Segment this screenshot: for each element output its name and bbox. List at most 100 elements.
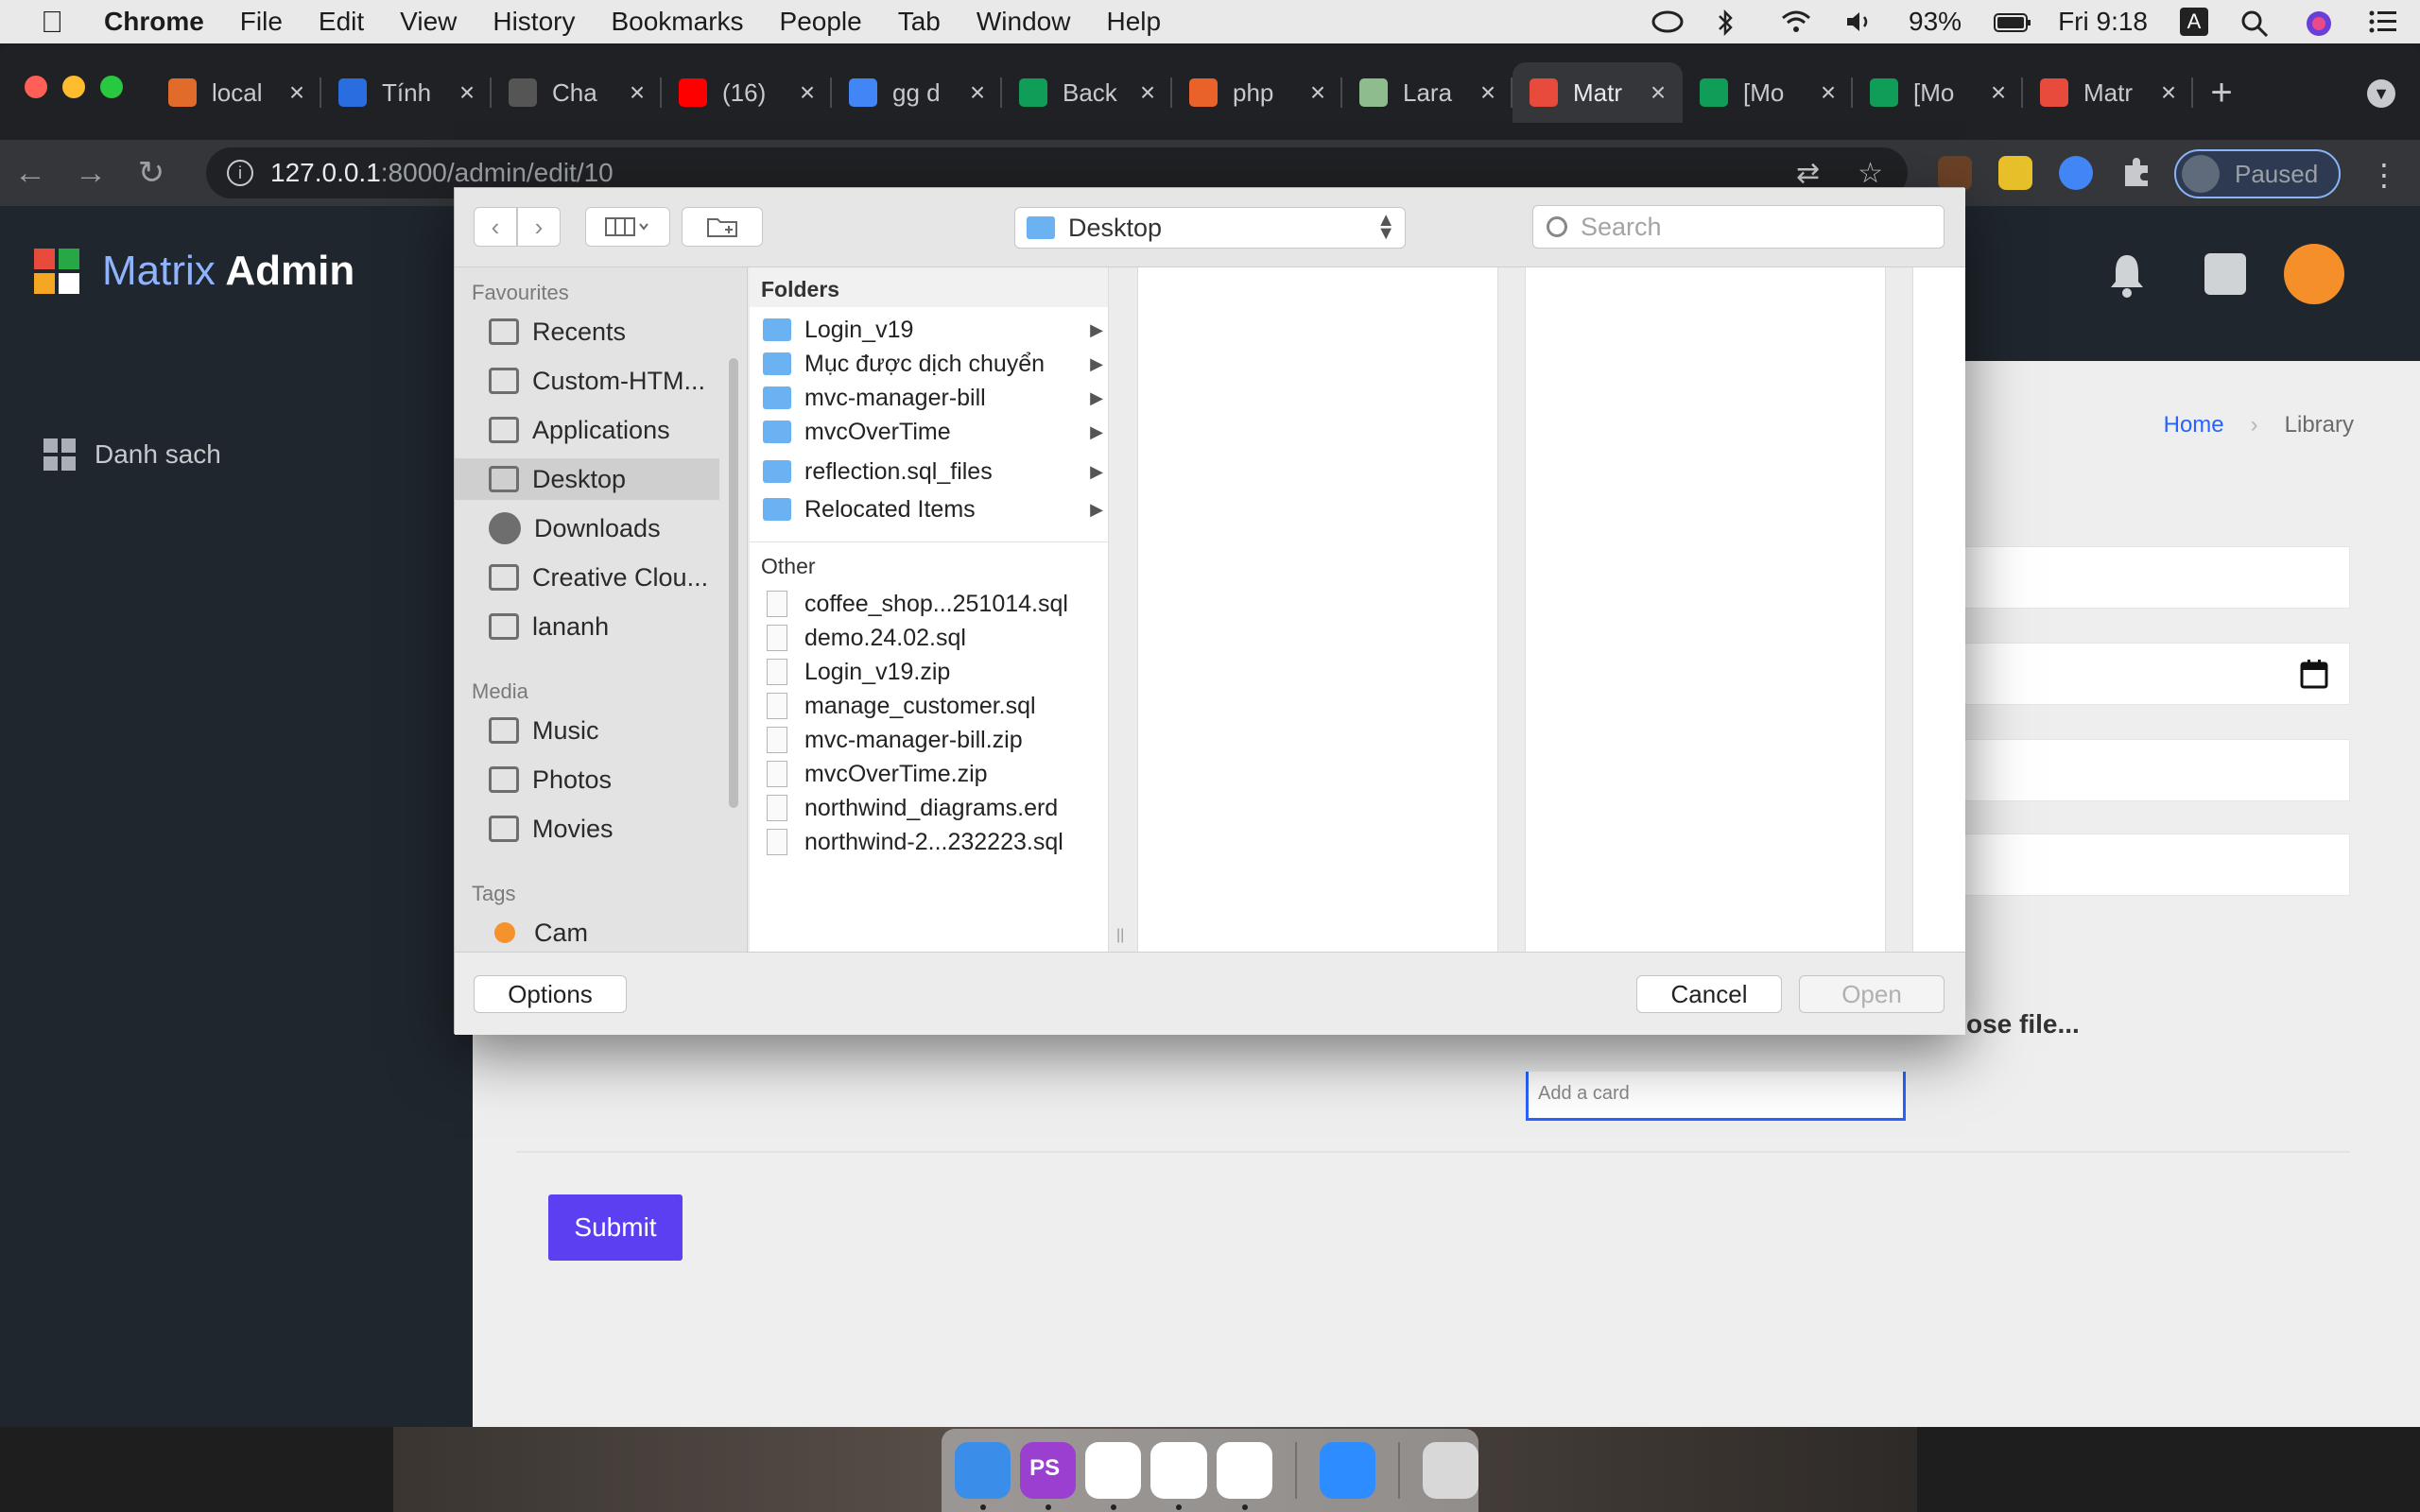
sidebar-item-media[interactable]: Music <box>455 710 719 751</box>
folder-row[interactable]: reflection.sql_files ▶ <box>750 455 1109 489</box>
profile-button[interactable]: Paused <box>2174 149 2341 198</box>
input-source-badge[interactable]: A <box>2180 8 2208 36</box>
tab-close-icon[interactable]: × <box>1815 77 1841 108</box>
tab-close-icon[interactable]: × <box>1305 77 1331 108</box>
tab-close-icon[interactable]: × <box>624 77 650 108</box>
file-row[interactable]: northwind-2...232223.sql <box>750 825 1109 859</box>
menu-history[interactable]: History <box>493 7 575 37</box>
folder-row[interactable]: Login_v19 ▶ <box>750 313 1109 347</box>
folder-row[interactable]: mvc-manager-bill ▶ <box>750 381 1109 415</box>
calendar-icon[interactable] <box>2300 659 2328 689</box>
menu-app-name[interactable]: Chrome <box>104 7 204 37</box>
file-row[interactable]: coffee_shop...251014.sql <box>750 587 1109 621</box>
browser-tab[interactable]: Matr × <box>1512 62 1683 123</box>
reload-icon[interactable]: ↻ <box>121 154 182 192</box>
new-folder-icon[interactable] <box>682 207 763 247</box>
creative-cloud-icon[interactable] <box>1651 9 1684 34</box>
choose-file-label[interactable]: ose file... <box>1966 1009 2080 1040</box>
tab-close-icon[interactable]: × <box>964 77 991 108</box>
zoom-window-button[interactable] <box>100 76 123 98</box>
extension-sq-icon[interactable] <box>1998 156 2032 190</box>
dock-finder-icon[interactable] <box>955 1442 1011 1510</box>
new-tab-plus-icon[interactable]: + <box>2193 62 2250 123</box>
tab-close-icon[interactable]: × <box>794 77 821 108</box>
browser-tab[interactable]: php × <box>1172 62 1342 123</box>
browser-tab[interactable]: Tính × <box>321 62 492 123</box>
folder-row[interactable]: Relocated Items ▶ <box>750 492 1109 526</box>
apple-menu-icon[interactable]:  <box>0 5 104 40</box>
minimize-window-button[interactable] <box>62 76 85 98</box>
dock-slack-icon[interactable] <box>1085 1442 1142 1510</box>
browser-tab[interactable]: gg d × <box>832 62 1002 123</box>
google-translate-extension-icon[interactable] <box>2059 156 2093 190</box>
browser-tab[interactable]: [Mo × <box>1853 62 2023 123</box>
browser-tab[interactable]: (16) × <box>662 62 832 123</box>
browser-tab[interactable]: Back × <box>1002 62 1172 123</box>
view-mode-columns-icon[interactable] <box>585 207 670 247</box>
user-avatar[interactable] <box>2284 244 2344 304</box>
chrome-menu-icon[interactable]: ⋮ <box>2369 157 2399 193</box>
tab-close-icon[interactable]: × <box>1645 77 1671 108</box>
menu-edit[interactable]: Edit <box>319 7 364 37</box>
file-row[interactable]: Login_v19.zip <box>750 655 1109 689</box>
sidebar-item-favourite[interactable]: lananh <box>455 606 719 647</box>
open-button[interactable]: Open <box>1799 975 1945 1013</box>
dock-sourcetree-icon[interactable] <box>1150 1442 1207 1510</box>
sidebar-item-favourite[interactable]: Desktop <box>455 458 719 500</box>
sidebar-item-favourite[interactable]: Creative Clou... <box>455 557 719 598</box>
column-resize-handle[interactable]: || <box>1116 927 1124 944</box>
form-field-3[interactable] <box>1957 739 2350 801</box>
close-window-button[interactable] <box>25 76 47 98</box>
browser-tab[interactable]: Matr × <box>2023 62 2193 123</box>
cancel-button[interactable]: Cancel <box>1636 975 1782 1013</box>
dialog-search-field[interactable]: Search <box>1532 205 1945 249</box>
tab-search-chevron-icon[interactable]: ▼ <box>2367 79 2395 108</box>
tab-close-icon[interactable]: × <box>1134 77 1161 108</box>
sidebar-item-tag[interactable]: Cam <box>455 912 719 952</box>
sidebar-item-favourite[interactable]: Recents <box>455 311 719 352</box>
folder-row[interactable]: mvcOverTime ▶ <box>750 415 1109 449</box>
site-info-icon[interactable]: i <box>227 160 253 186</box>
notification-center-icon[interactable] <box>2369 9 2401 34</box>
menu-tab[interactable]: Tab <box>898 7 941 37</box>
menu-clock[interactable]: Fri 9:18 <box>2058 7 2148 37</box>
back-chevron-icon[interactable]: ‹ <box>474 207 517 247</box>
sidebar-item-danh-sach[interactable]: Danh sach <box>43 438 221 471</box>
dock-phpstorm-icon[interactable]: PS <box>1020 1442 1077 1510</box>
add-card-input[interactable]: Add a card <box>1526 1072 1906 1121</box>
matrix-admin-logo[interactable]: Matrix Admin <box>34 248 354 295</box>
sidebar-item-favourite[interactable]: Custom-HTM... <box>455 360 719 402</box>
dock-trash-icon[interactable] <box>1422 1442 1479 1499</box>
file-row[interactable]: demo.24.02.sql <box>750 621 1109 655</box>
menu-people[interactable]: People <box>780 7 862 37</box>
dock-chrome-icon[interactable] <box>1216 1442 1272 1510</box>
sidebar-item-favourite[interactable]: Downloads <box>455 507 719 549</box>
location-popup[interactable]: Desktop ▲ ▼ <box>1014 207 1406 249</box>
submit-button[interactable]: Submit <box>548 1194 683 1261</box>
menu-window[interactable]: Window <box>977 7 1071 37</box>
tab-close-icon[interactable]: × <box>1475 77 1501 108</box>
file-row[interactable]: mvcOverTime.zip <box>750 757 1109 791</box>
translate-icon[interactable]: ⇄ <box>1796 157 1820 190</box>
dock-zoom-icon[interactable] <box>1319 1442 1375 1499</box>
forward-chevron-icon[interactable]: › <box>517 207 561 247</box>
bluetooth-icon[interactable] <box>1716 9 1748 37</box>
file-row[interactable]: manage_customer.sql <box>750 689 1109 723</box>
browser-tab[interactable]: Cha × <box>492 62 662 123</box>
back-arrow-icon[interactable]: ← <box>0 155 60 192</box>
messages-icon[interactable] <box>2204 253 2246 295</box>
menu-view[interactable]: View <box>400 7 457 37</box>
spotlight-search-icon[interactable] <box>2240 9 2273 38</box>
sidebar-item-media[interactable]: Photos <box>455 759 719 800</box>
date-field[interactable] <box>1957 643 2350 705</box>
sidebar-item-media[interactable]: Movies <box>455 808 719 850</box>
folder-row[interactable]: Mục được dịch chuyển ▶ <box>750 347 1109 381</box>
tab-close-icon[interactable]: × <box>454 77 480 108</box>
options-button[interactable]: Options <box>474 975 627 1013</box>
breadcrumb-home-link[interactable]: Home <box>2164 412 2224 438</box>
browser-tab[interactable]: Lara × <box>1342 62 1512 123</box>
form-field-4[interactable] <box>1957 833 2350 896</box>
tab-close-icon[interactable]: × <box>284 77 310 108</box>
notification-bell-icon[interactable] <box>2108 251 2146 299</box>
siri-icon[interactable] <box>2305 9 2337 36</box>
